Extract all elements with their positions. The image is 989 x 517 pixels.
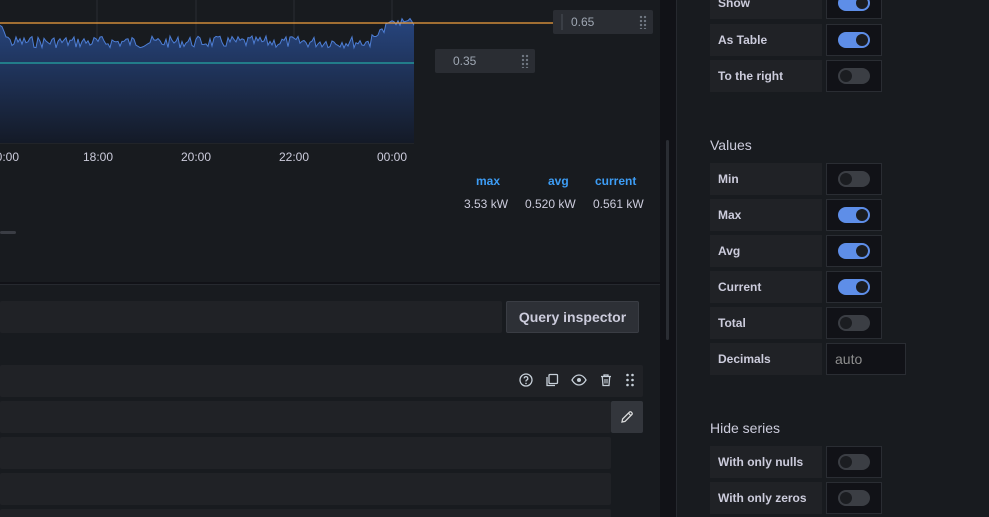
query-row-actions (519, 373, 635, 387)
option-row-decimals: Decimals auto (710, 343, 906, 375)
panel-area: 00:00 18:00 20:00 22:00 00:00 0.65 0.35 … (0, 0, 676, 517)
option-row-show: Show (710, 0, 882, 19)
option-label: Total (710, 307, 822, 339)
legend-scrollbar[interactable] (0, 231, 16, 234)
threshold-value: 0.65 (571, 15, 595, 29)
trash-icon[interactable] (599, 373, 613, 387)
toggle-switch[interactable] (838, 243, 870, 259)
option-row-min: Min (710, 163, 882, 195)
legend-value-max: 3.53 kW (464, 197, 509, 211)
x-tick-label: 00:00 (376, 150, 408, 164)
query-editor: Query inspector (0, 284, 660, 517)
option-row-as-table: As Table (710, 24, 882, 56)
option-label: Decimals (710, 343, 822, 375)
toggle-switch[interactable] (838, 279, 870, 295)
option-row-to-the-right: To the right (710, 60, 882, 92)
option-label: With only nulls (710, 446, 822, 478)
query-field-row[interactable] (0, 437, 611, 469)
drag-grip-icon[interactable] (521, 54, 529, 68)
option-row-current: Current (710, 271, 882, 303)
legend-header-max[interactable]: max (476, 174, 500, 188)
toggle-switch[interactable] (838, 32, 870, 48)
x-tick-label: 00:00 (0, 150, 20, 164)
drag-handle-icon[interactable] (625, 373, 635, 387)
threshold-handle-bar (561, 14, 563, 30)
query-inspector-button[interactable]: Query inspector (506, 301, 639, 333)
legend-value-current: 0.561 kW (593, 197, 644, 211)
toggle-switch[interactable] (838, 315, 870, 331)
option-row-avg: Avg (710, 235, 882, 267)
x-tick-label: 18:00 (82, 150, 114, 164)
toggle-switch[interactable] (838, 490, 870, 506)
drag-grip-icon[interactable] (639, 15, 647, 29)
legend-value-avg: 0.520 kW (525, 197, 576, 211)
query-field-row[interactable] (0, 401, 611, 433)
query-field-row[interactable] (0, 509, 611, 517)
panel-scrollbar[interactable] (666, 140, 669, 340)
pencil-icon (621, 411, 633, 423)
option-label: To the right (710, 60, 822, 92)
section-title-hide-series: Hide series (710, 420, 781, 436)
section-title-values: Values (710, 137, 752, 153)
option-label: Min (710, 163, 822, 195)
toggle-switch[interactable] (838, 68, 870, 84)
help-icon[interactable] (519, 373, 533, 387)
option-row-only-nulls: With only nulls (710, 446, 882, 478)
query-field-row[interactable] (0, 473, 611, 505)
threshold-handle-lower[interactable]: 0.35 (435, 49, 535, 73)
option-label: Avg (710, 235, 822, 267)
x-tick-label: 22:00 (278, 150, 310, 164)
option-row-total: Total (710, 307, 882, 339)
eye-icon[interactable] (571, 374, 587, 386)
duplicate-icon[interactable] (545, 373, 559, 387)
toggle-switch[interactable] (838, 171, 870, 187)
option-label: With only zeros (710, 482, 822, 514)
option-label: Current (710, 271, 822, 303)
datasource-picker[interactable] (0, 301, 502, 333)
graph-panel: 00:00 18:00 20:00 22:00 00:00 0.65 0.35 … (0, 0, 660, 282)
toggle-switch[interactable] (838, 454, 870, 470)
query-row-header[interactable] (0, 365, 643, 397)
threshold-value: 0.35 (453, 54, 477, 68)
legend-header-current[interactable]: current (595, 174, 636, 188)
legend-header-avg[interactable]: avg (548, 174, 569, 188)
toggle-switch[interactable] (838, 207, 870, 223)
threshold-handle-upper[interactable]: 0.65 (553, 10, 653, 34)
toggle-switch[interactable] (838, 0, 870, 11)
x-tick-label: 20:00 (180, 150, 212, 164)
option-label: Max (710, 199, 822, 231)
edit-query-button[interactable] (611, 401, 643, 433)
option-label: As Table (710, 24, 822, 56)
option-row-max: Max (710, 199, 882, 231)
option-row-only-zeros: With only zeros (710, 482, 882, 514)
decimals-input[interactable]: auto (826, 343, 906, 375)
options-pane: Show As Table To the right Values Min Ma… (676, 0, 989, 517)
option-label: Show (710, 0, 822, 19)
